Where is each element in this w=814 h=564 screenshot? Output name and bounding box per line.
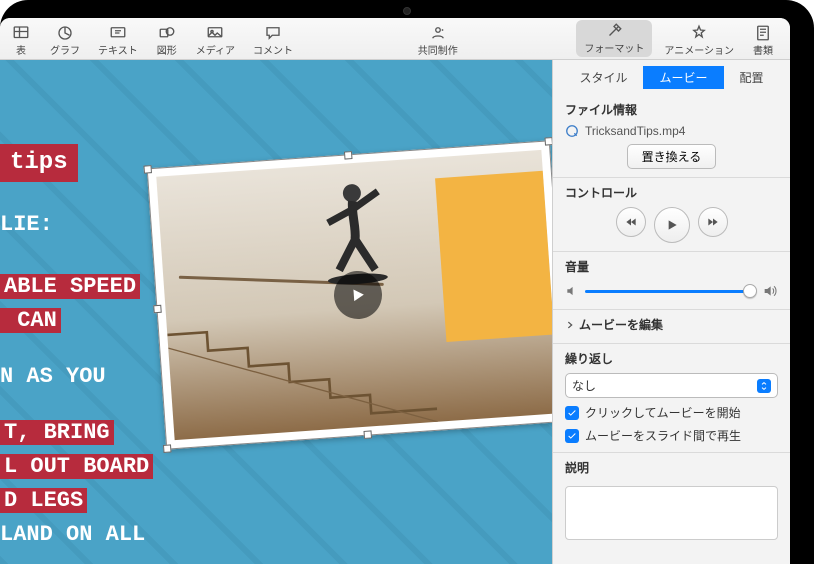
fileinfo-heading: ファイル情報	[565, 101, 778, 118]
checkbox-checked-icon	[565, 406, 579, 420]
volume-low-icon	[565, 284, 579, 298]
table-icon	[10, 24, 32, 42]
toolbar-shape[interactable]: 図形	[150, 24, 184, 57]
toolbar-chart[interactable]: グラフ	[44, 24, 86, 57]
forward-button[interactable]	[698, 207, 728, 237]
resize-handle[interactable]	[344, 151, 353, 160]
line: N AS YOU	[0, 360, 153, 394]
app-window: 表 グラフ テキスト 図形 メディア コメント	[0, 18, 790, 564]
animation-icon	[688, 24, 710, 42]
toolbar-table[interactable]: 表	[4, 24, 38, 57]
check-label: クリックしてムービーを開始	[585, 404, 741, 421]
edit-movie-label: ムービーを編集	[579, 316, 663, 333]
slide-canvas[interactable]: tips LIE: ABLE SPEED CAN N AS YOU T, BRI…	[0, 60, 552, 564]
description-heading: 説明	[553, 453, 790, 476]
replace-button[interactable]: 置き換える	[627, 144, 717, 169]
tab-arrange[interactable]: 配置	[724, 66, 780, 89]
file-row[interactable]: TricksandTips.mp4	[565, 124, 778, 138]
edit-movie-disclosure[interactable]: ムービーを編集	[565, 312, 778, 337]
format-inspector: スタイル ムービー 配置 ファイル情報 TricksandTips.mp4 置き…	[552, 60, 790, 564]
controls-heading: コントロール	[565, 184, 778, 201]
volume-slider[interactable]	[585, 281, 756, 301]
resize-handle[interactable]	[143, 165, 152, 174]
line: CAN	[0, 308, 61, 333]
checkbox-checked-icon	[565, 429, 579, 443]
toolbar-animation[interactable]: アニメーション	[658, 24, 740, 57]
toolbar-label: メディア	[196, 42, 235, 57]
toolbar-label: 共同制作	[418, 42, 458, 57]
toolbar: 表 グラフ テキスト 図形 メディア コメント	[0, 18, 790, 60]
dropdown-chevron-icon	[757, 379, 771, 393]
line: T, BRING	[0, 420, 114, 445]
toolbar-label: 図形	[157, 42, 177, 57]
tab-style[interactable]: スタイル	[563, 66, 643, 89]
format-icon	[603, 22, 625, 40]
toolbar-label: グラフ	[50, 42, 80, 57]
toolbar-label: フォーマット	[584, 40, 644, 55]
toolbar-label: 書類	[753, 42, 773, 57]
line: L OUT BOARD	[0, 454, 153, 479]
check-start-on-click[interactable]: クリックしてムービーを開始	[565, 404, 778, 421]
line: LAND ON ALL	[0, 518, 153, 552]
shape-icon	[156, 24, 178, 42]
play-button[interactable]	[654, 207, 690, 243]
tab-movie[interactable]: ムービー	[643, 66, 723, 89]
toolbar-comment[interactable]: コメント	[247, 24, 299, 57]
check-play-across-slides[interactable]: ムービーをスライド間で再生	[565, 427, 778, 444]
check-label: ムービーをスライド間で再生	[585, 427, 741, 444]
toolbar-document[interactable]: 書類	[746, 24, 780, 57]
chart-icon	[54, 24, 76, 42]
toolbar-collaborate[interactable]: 共同制作	[412, 24, 464, 57]
repeat-value: なし	[572, 377, 596, 394]
repeat-heading: 繰り返し	[565, 350, 778, 367]
media-icon	[204, 24, 226, 42]
rewind-button[interactable]	[616, 207, 646, 237]
line: ABLE SPEED	[0, 274, 140, 299]
laptop-camera	[403, 7, 411, 15]
slide-text: tips LIE: ABLE SPEED CAN N AS YOU T, BRI…	[0, 144, 153, 552]
inspector-tabs: スタイル ムービー 配置	[553, 60, 790, 95]
resize-handle[interactable]	[363, 430, 372, 439]
toolbar-media[interactable]: メディア	[190, 24, 241, 57]
volume-high-icon	[762, 283, 778, 299]
description-textarea[interactable]	[565, 486, 778, 540]
toolbar-label: コメント	[253, 42, 293, 57]
volume-heading: 音量	[565, 258, 778, 275]
resize-handle[interactable]	[153, 305, 162, 314]
repeat-select[interactable]: なし	[565, 373, 778, 398]
comment-icon	[262, 24, 284, 42]
collaborate-icon	[427, 24, 449, 42]
resize-handle[interactable]	[544, 137, 552, 146]
slide-title: tips	[0, 144, 78, 182]
selected-movie[interactable]	[147, 140, 552, 449]
chevron-right-icon	[565, 320, 575, 330]
quicktime-icon	[565, 124, 579, 138]
toolbar-format[interactable]: フォーマット	[576, 20, 652, 57]
line: LIE:	[0, 208, 153, 242]
toolbar-label: 表	[16, 42, 26, 57]
filename: TricksandTips.mp4	[585, 124, 685, 138]
text-icon	[107, 24, 129, 42]
toolbar-text[interactable]: テキスト	[92, 24, 144, 57]
toolbar-label: アニメーション	[664, 42, 734, 57]
toolbar-label: テキスト	[98, 42, 138, 57]
line: D LEGS	[0, 488, 87, 513]
document-icon	[752, 24, 774, 42]
resize-handle[interactable]	[163, 444, 172, 453]
